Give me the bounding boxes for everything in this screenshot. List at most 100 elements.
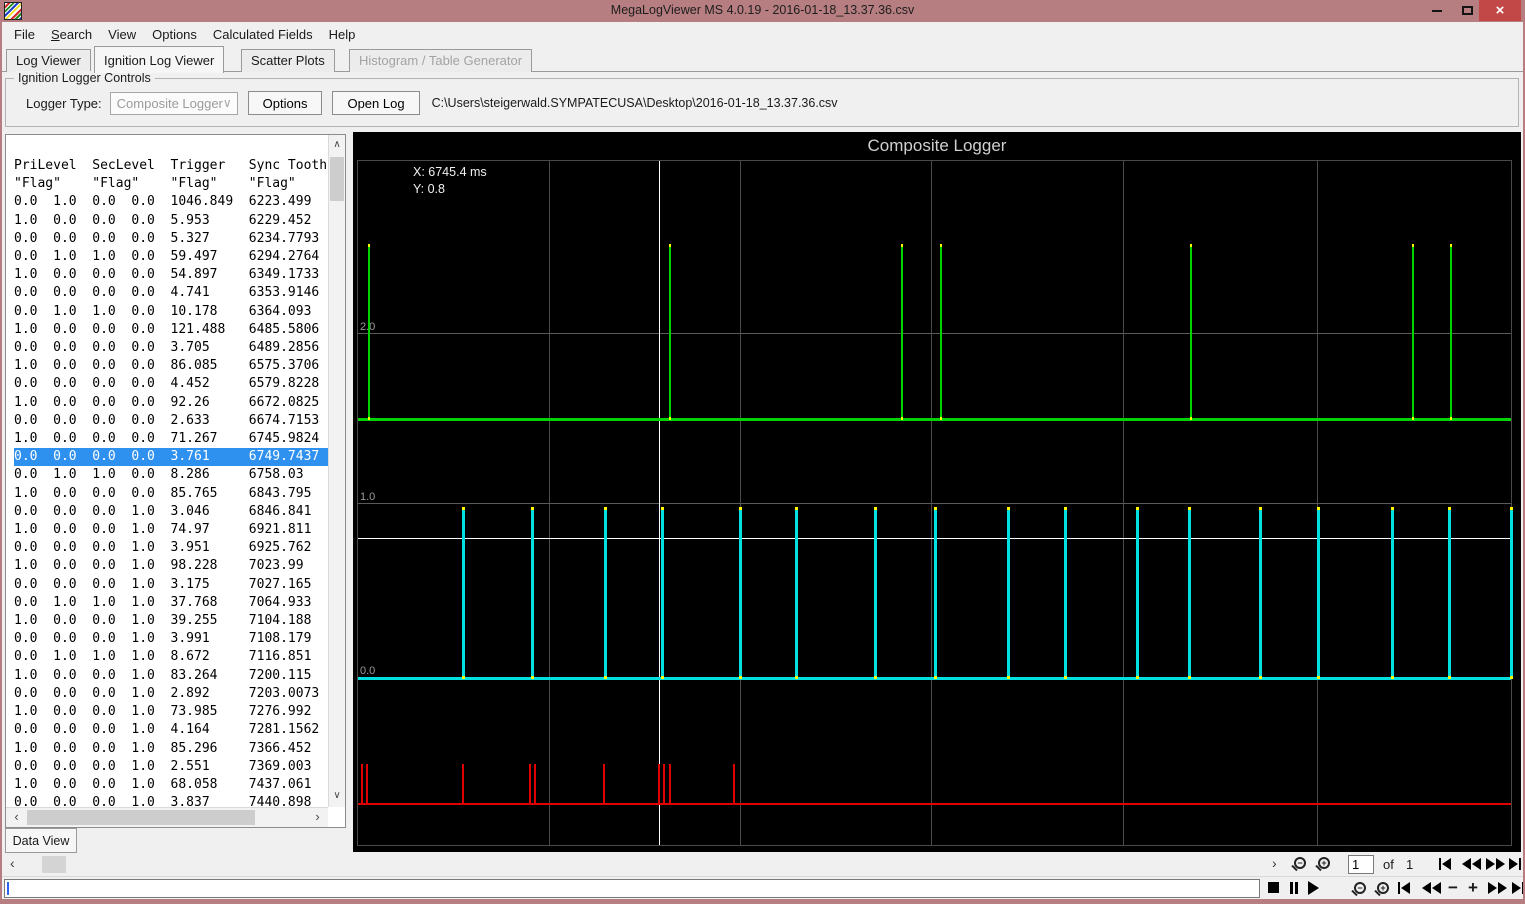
table-row[interactable]: 0.0 0.0 0.0 0.0 2.633 6674.7153: [14, 412, 328, 430]
zoom-in-button[interactable]: +: [1318, 857, 1330, 869]
menu-help[interactable]: Help: [321, 24, 364, 45]
table-row[interactable]: 0.0 0.0 0.0 0.0 5.327 6234.7793: [14, 230, 328, 248]
table-vertical-scrollbar[interactable]: ∧ ∨: [328, 135, 345, 807]
table-row[interactable]: 0.0 0.0 0.0 1.0 4.164 7281.1562: [14, 721, 328, 739]
chart-scroll-thumb[interactable]: [42, 856, 66, 873]
table-row[interactable]: 1.0 0.0 0.0 1.0 83.264 7200.115: [14, 667, 328, 685]
table-row[interactable]: 0.0 1.0 0.0 0.0 1046.849 6223.499: [14, 193, 328, 211]
green-trace-spike-base-tip: [669, 417, 671, 420]
tab-bar: Log Viewer Ignition Log Viewer Scatter Plo…: [2, 46, 1523, 73]
scroll-up-icon[interactable]: ∧: [329, 137, 345, 154]
chevron-down-icon: ∨: [222, 95, 232, 110]
tab-scatter-plots[interactable]: Scatter Plots: [241, 49, 335, 72]
table-row[interactable]: 1.0 0.0 0.0 0.0 86.085 6575.3706: [14, 357, 328, 375]
table-row[interactable]: 0.0 1.0 1.0 0.0 10.178 6364.093: [14, 303, 328, 321]
playback-zoom-in-button[interactable]: +: [1377, 882, 1389, 894]
table-row[interactable]: 0.0 1.0 1.0 1.0 8.672 7116.851: [14, 648, 328, 666]
stop-button[interactable]: [1268, 882, 1279, 893]
table-row[interactable]: 1.0 0.0 0.0 0.0 5.953 6229.452: [14, 212, 328, 230]
table-row[interactable]: 1.0 0.0 0.0 1.0 85.296 7366.452: [14, 740, 328, 758]
playback-slower-button[interactable]: −: [1448, 879, 1458, 896]
cyan-trace-spike-base-tip: [1317, 676, 1320, 679]
page-total-label: 1: [1406, 857, 1414, 872]
cyan-trace-spike: [1448, 507, 1451, 678]
zoom-out-button[interactable]: −: [1294, 857, 1306, 869]
table-row[interactable]: 0.0 1.0 1.0 0.0 8.286 6758.03: [14, 466, 328, 484]
cyan-trace-spike-base-tip: [1510, 676, 1513, 679]
cyan-trace-spike-tip: [795, 507, 798, 510]
maximize-button[interactable]: [1452, 0, 1482, 21]
table-row[interactable]: 0.0 1.0 1.0 0.0 59.497 6294.2764: [14, 248, 328, 266]
tab-ignition-log-viewer[interactable]: Ignition Log Viewer: [94, 46, 225, 73]
vertical-scroll-thumb[interactable]: [330, 157, 344, 201]
playback-forward-button[interactable]: [1488, 882, 1507, 894]
green-trace-spike: [1450, 244, 1452, 419]
last-page-button[interactable]: [1509, 858, 1521, 870]
cyan-trace-spike-base-tip: [1448, 676, 1451, 679]
red-trace-spike: [361, 764, 363, 804]
table-row[interactable]: 1.0 0.0 0.0 1.0 68.058 7437.061: [14, 776, 328, 794]
table-row[interactable]: 0.0 0.0 0.0 1.0 3.951 6925.762: [14, 539, 328, 557]
play-button[interactable]: [1308, 881, 1319, 895]
playback-zoom-out-button[interactable]: −: [1354, 882, 1366, 894]
zoom-in-icon: +: [1318, 857, 1330, 869]
table-row[interactable]: 0.0 0.0 0.0 0.0 3.705 6489.2856: [14, 339, 328, 357]
table-row[interactable]: 0.0 0.0 0.0 0.0 4.452 6579.8228: [14, 375, 328, 393]
plot-region[interactable]: 2.01.00.0 X: 6745.4 ms Y: 0.8: [357, 160, 1513, 846]
minimize-button[interactable]: [1422, 0, 1452, 21]
table-row[interactable]: 0.0 0.0 0.0 0.0 3.761 6749.7437: [14, 448, 328, 467]
menu-options[interactable]: Options: [144, 24, 205, 45]
scroll-left-icon[interactable]: ‹: [8, 808, 25, 827]
table-row[interactable]: 1.0 0.0 0.0 0.0 54.897 6349.1733: [14, 266, 328, 284]
prev-page-button[interactable]: [1462, 858, 1481, 870]
scroll-down-icon[interactable]: ∨: [329, 788, 345, 805]
table-row[interactable]: 1.0 0.0 0.0 0.0 121.488 6485.5806: [14, 321, 328, 339]
table-row[interactable]: 0.0 0.0 0.0 0.0 4.741 6353.9146: [14, 284, 328, 302]
menu-file[interactable]: File: [6, 24, 43, 45]
table-row[interactable]: 1.0 0.0 0.0 1.0 74.97 6921.811: [14, 521, 328, 539]
chart-scroll-right-arrow[interactable]: ›: [1272, 855, 1277, 871]
table-row[interactable]: 0.0 0.0 0.0 1.0 3.991 7108.179: [14, 630, 328, 648]
y-axis-tick-label: 0.0: [360, 665, 376, 677]
cyan-trace-spike: [462, 507, 465, 678]
menu-calculated-fields[interactable]: Calculated Fields: [205, 24, 321, 45]
logger-type-select[interactable]: Composite Logger ∨: [109, 91, 238, 115]
page-number-input[interactable]: [1348, 855, 1374, 874]
tab-data-view[interactable]: Data View: [5, 828, 77, 853]
table-row[interactable]: 1.0 0.0 0.0 1.0 39.255 7104.188: [14, 612, 328, 630]
playback-end-icon: [1512, 882, 1521, 894]
scroll-right-icon[interactable]: ›: [309, 808, 326, 827]
playback-first-button[interactable]: [1398, 882, 1410, 894]
table-row[interactable]: 0.0 0.0 0.0 1.0 2.892 7203.0073: [14, 685, 328, 703]
playback-faster-button[interactable]: +: [1468, 879, 1478, 896]
open-log-button[interactable]: Open Log: [332, 91, 420, 115]
menu-search[interactable]: Search: [43, 24, 100, 45]
status-input[interactable]: [4, 879, 1260, 898]
table-row[interactable]: 0.0 1.0 1.0 1.0 37.768 7064.933: [14, 594, 328, 612]
table-row[interactable]: 1.0 0.0 0.0 0.0 85.765 6843.795: [14, 485, 328, 503]
chart-scroll-left-arrow[interactable]: ‹: [10, 855, 15, 871]
table-row[interactable]: 1.0 0.0 0.0 1.0 73.985 7276.992: [14, 703, 328, 721]
next-page-button[interactable]: [1486, 858, 1505, 870]
close-button[interactable]: ×: [1479, 0, 1521, 21]
red-trace-spike: [462, 764, 464, 804]
tab-log-viewer[interactable]: Log Viewer: [6, 49, 91, 72]
table-row[interactable]: 0.0 0.0 0.0 1.0 3.175 7027.165: [14, 576, 328, 594]
table-row[interactable]: 0.0 0.0 0.0 1.0 3.046 6846.841: [14, 503, 328, 521]
cyan-trace-spike-tip: [604, 507, 607, 510]
table-row[interactable]: 0.0 0.0 0.0 1.0 2.551 7369.003: [14, 758, 328, 776]
pause-button[interactable]: [1290, 882, 1298, 894]
table-row[interactable]: 0.0 0.0 0.0 1.0 3.837 7440.898: [14, 794, 328, 806]
options-button[interactable]: Options: [247, 91, 323, 115]
table-row[interactable]: 1.0 0.0 0.0 1.0 98.228 7023.99: [14, 557, 328, 575]
playback-rewind-button[interactable]: [1422, 882, 1441, 894]
menu-view[interactable]: View: [100, 24, 144, 45]
cyan-trace-spike-base-tip: [1391, 676, 1394, 679]
horizontal-scroll-thumb[interactable]: [27, 810, 255, 825]
table-row[interactable]: 1.0 0.0 0.0 0.0 92.26 6672.0825: [14, 394, 328, 412]
cyan-trace-spike: [1391, 507, 1394, 678]
table-horizontal-scrollbar[interactable]: ‹ ›: [6, 807, 328, 827]
first-page-button[interactable]: [1439, 858, 1451, 870]
table-row[interactable]: 1.0 0.0 0.0 0.0 71.267 6745.9824: [14, 430, 328, 448]
cyan-trace-spike: [1007, 507, 1010, 678]
